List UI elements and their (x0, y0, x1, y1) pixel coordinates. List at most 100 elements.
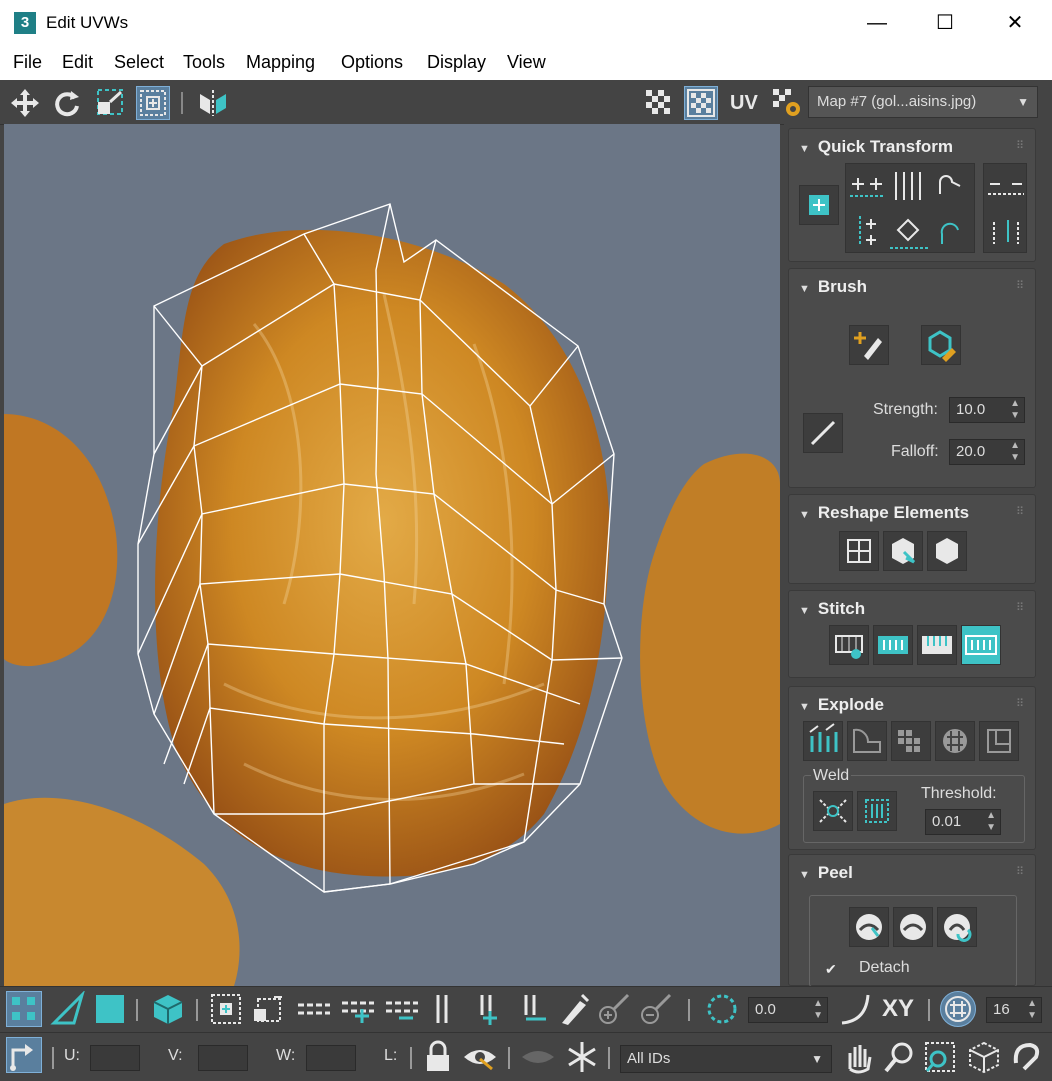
relax-icon[interactable] (883, 531, 923, 571)
paint-select-icon[interactable] (556, 991, 592, 1027)
ids-dropdown[interactable]: All IDs ▼ (620, 1045, 832, 1073)
peel-mode-icon[interactable] (893, 907, 933, 947)
u-field[interactable] (90, 1045, 140, 1071)
stitch-target-icon[interactable] (961, 625, 1001, 665)
straighten-icon[interactable] (839, 531, 879, 571)
uv-toggle[interactable]: UV (730, 92, 758, 115)
spinner-arrows-icon[interactable]: ▲ ▼ (986, 810, 996, 834)
xy-space-toggle[interactable]: XY (882, 995, 914, 1023)
w-field[interactable] (306, 1045, 356, 1071)
align-icons[interactable] (846, 164, 976, 254)
spinner-arrows-icon[interactable]: ▲ ▼ (1027, 998, 1037, 1022)
quick-peel-icon[interactable] (849, 907, 889, 947)
rollout-header[interactable]: ▼ Explode (799, 695, 884, 715)
falloff-spinner[interactable]: 20.0 ▲ ▼ (949, 439, 1025, 465)
shrink-selection-icon[interactable] (250, 991, 286, 1027)
grip-icon[interactable]: ⠿ (1016, 865, 1025, 878)
rollout-header[interactable]: ▼ Reshape Elements (799, 503, 969, 523)
menu-view[interactable]: View (507, 52, 546, 73)
maximize-button[interactable]: ☐ (910, 0, 980, 46)
align-vertical-group[interactable] (983, 163, 1027, 253)
spinner-arrows-icon[interactable]: ▲ ▼ (1010, 440, 1020, 464)
menu-display[interactable]: Display (427, 52, 486, 73)
menu-select[interactable]: Select (114, 52, 164, 73)
scale-icon[interactable] (94, 86, 128, 120)
edge-loop-grow-icon[interactable] (340, 991, 376, 1027)
rollout-header[interactable]: ▼ Brush (799, 277, 867, 297)
edge-loop-icon[interactable] (296, 991, 332, 1027)
soft-selection-spinner[interactable]: 0.0 ▲ ▼ (748, 997, 828, 1023)
menu-edit[interactable]: Edit (62, 52, 93, 73)
menu-tools[interactable]: Tools (183, 52, 225, 73)
uv-viewport[interactable] (4, 124, 780, 986)
element-mode-icon[interactable] (150, 991, 186, 1027)
flatten-by-polygon-icon[interactable] (979, 721, 1019, 761)
move-icon[interactable] (8, 86, 42, 120)
edge-mode-icon[interactable] (50, 989, 86, 1027)
edge-loop-shrink-icon[interactable] (384, 991, 420, 1027)
mirror-icon[interactable] (196, 86, 230, 120)
falloff-curve-icon[interactable] (803, 413, 843, 453)
stitch-average-icon[interactable] (917, 625, 957, 665)
minimize-button[interactable]: — (842, 0, 912, 46)
absolute-offset-icon[interactable] (6, 1037, 42, 1073)
edge-ring-grow-icon[interactable] (472, 991, 508, 1027)
map-selector-dropdown[interactable]: Map #7 (gol...aisins.jpg) ▼ (808, 86, 1038, 118)
grip-icon[interactable]: ⠿ (1016, 697, 1025, 710)
v-field[interactable] (198, 1045, 248, 1071)
freeze-icon[interactable] (564, 1039, 600, 1075)
edge-ring-shrink-icon[interactable] (516, 991, 552, 1027)
peel-reset-icon[interactable] (937, 907, 977, 947)
paint-select-grow-icon[interactable] (596, 991, 632, 1027)
rollout-header[interactable]: ▼ Peel (799, 863, 853, 883)
checker-icon[interactable] (642, 86, 676, 120)
vertex-mode-icon[interactable] (6, 991, 42, 1027)
grid-snap-icon[interactable] (940, 991, 976, 1027)
flatten-custom-icon[interactable] (935, 721, 975, 761)
paint-move-icon[interactable] (849, 325, 889, 365)
break-icon[interactable] (803, 721, 843, 761)
menu-file[interactable]: File (13, 52, 42, 73)
spinner-arrows-icon[interactable]: ▲ ▼ (813, 998, 823, 1022)
pan-icon[interactable] (840, 1039, 876, 1075)
soft-selection-icon[interactable] (704, 991, 740, 1027)
map-settings-icon[interactable] (770, 86, 804, 120)
hide-icon[interactable] (462, 1039, 498, 1075)
weld-selected-icon[interactable] (813, 791, 853, 831)
rollout-header[interactable]: ▼ Quick Transform (799, 137, 953, 157)
freeform-icon[interactable] (136, 86, 170, 120)
unhide-icon[interactable] (520, 1039, 556, 1075)
grow-selection-icon[interactable] (208, 991, 244, 1027)
threshold-spinner[interactable]: 0.01 ▲ ▼ (925, 809, 1001, 835)
relax-brush-icon[interactable] (921, 325, 961, 365)
detach-checkbox[interactable]: ✔ (825, 961, 841, 977)
flatten-by-smoothing-icon[interactable] (847, 721, 887, 761)
grip-icon[interactable]: ⠿ (1016, 139, 1025, 152)
zoom-icon[interactable] (882, 1039, 918, 1075)
weld-target-icon[interactable] (857, 791, 897, 831)
stitch-custom-icon[interactable] (829, 625, 869, 665)
grip-icon[interactable]: ⠿ (1016, 601, 1025, 614)
grid-size-spinner[interactable]: 16 ▲ ▼ (986, 997, 1042, 1023)
zoom-region-icon[interactable] (922, 1039, 958, 1075)
falloff-type-icon[interactable] (838, 991, 874, 1027)
lock-icon[interactable] (420, 1039, 456, 1075)
grip-icon[interactable]: ⠿ (1016, 279, 1025, 292)
rotate-icon[interactable] (50, 86, 84, 120)
edge-ring-icon[interactable] (428, 991, 464, 1027)
texture-checker-icon[interactable] (684, 86, 718, 120)
menu-mapping[interactable]: Mapping (246, 52, 315, 73)
strength-spinner[interactable]: 10.0 ▲ ▼ (949, 397, 1025, 423)
stitch-source-icon[interactable] (873, 625, 913, 665)
flatten-by-material-icon[interactable] (891, 721, 931, 761)
zoom-extents-icon[interactable] (966, 1039, 1002, 1075)
spinner-arrows-icon[interactable]: ▲ ▼ (1010, 398, 1020, 422)
grip-icon[interactable]: ⠿ (1016, 505, 1025, 518)
paint-select-shrink-icon[interactable] (638, 991, 674, 1027)
relax-settings-icon[interactable] (927, 531, 967, 571)
close-button[interactable]: ✕ (980, 0, 1050, 46)
menu-options[interactable]: Options (341, 52, 403, 73)
help-icon[interactable] (1008, 1039, 1044, 1075)
uv-canvas[interactable] (4, 124, 780, 986)
pivot-icon[interactable] (799, 185, 839, 225)
